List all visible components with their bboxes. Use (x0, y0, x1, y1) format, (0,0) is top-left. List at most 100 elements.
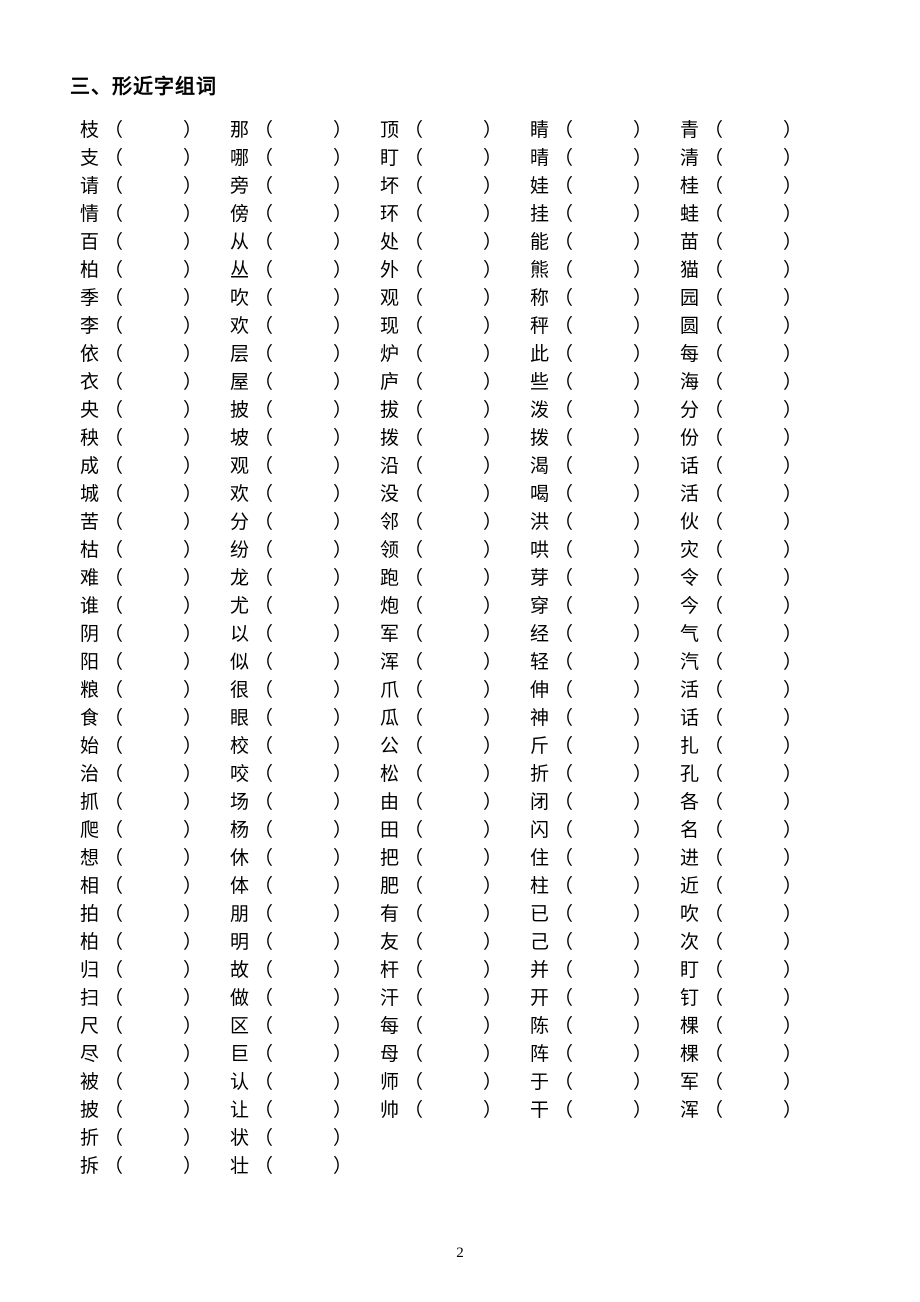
blank-parentheses: （） (402, 1069, 502, 1097)
char-entry: 柏（） (80, 257, 230, 285)
char-entry: 纷（） (230, 537, 380, 565)
hanzi-char: 外 (380, 257, 402, 285)
hanzi-char: 枝 (80, 117, 102, 145)
hanzi-char: 支 (80, 145, 102, 173)
char-entry: 观（） (230, 453, 380, 481)
blank-parentheses: （） (552, 1069, 652, 1097)
hanzi-char: 穿 (530, 593, 552, 621)
hanzi-char: 观 (380, 285, 402, 313)
char-entry: 于（） (530, 1069, 680, 1097)
char-entry: 此（） (530, 341, 680, 369)
hanzi-char: 坡 (230, 425, 252, 453)
blank-parentheses: （） (702, 257, 802, 285)
blank-parentheses: （） (552, 845, 652, 873)
hanzi-char: 纷 (230, 537, 252, 565)
hanzi-char: 分 (230, 509, 252, 537)
hanzi-char: 炮 (380, 593, 402, 621)
char-entry: 娃（） (530, 173, 680, 201)
char-entry: 能（） (530, 229, 680, 257)
char-entry: 咬（） (230, 761, 380, 789)
hanzi-char: 开 (530, 985, 552, 1013)
blank-parentheses: （） (252, 677, 352, 705)
blank-parentheses: （） (702, 229, 802, 257)
hanzi-char: 轻 (530, 649, 552, 677)
char-entry: 观（） (380, 285, 530, 313)
hanzi-char: 被 (80, 1069, 102, 1097)
hanzi-char: 公 (380, 733, 402, 761)
char-entry: 支（） (80, 145, 230, 173)
hanzi-char: 明 (230, 929, 252, 957)
char-entry: 归（） (80, 957, 230, 985)
hanzi-char: 海 (680, 369, 702, 397)
hanzi-char: 尺 (80, 1013, 102, 1041)
char-entry: 海（） (680, 369, 830, 397)
hanzi-char: 炉 (380, 341, 402, 369)
char-entry: 桂（） (680, 173, 830, 201)
char-entry: 令（） (680, 565, 830, 593)
blank-parentheses: （） (402, 173, 502, 201)
hanzi-char: 于 (530, 1069, 552, 1097)
char-entry: 清（） (680, 145, 830, 173)
blank-parentheses: （） (402, 789, 502, 817)
blank-parentheses: （） (552, 397, 652, 425)
blank-parentheses: （） (252, 285, 352, 313)
hanzi-char: 苦 (80, 509, 102, 537)
char-entry: 杆（） (380, 957, 530, 985)
char-entry: 披（） (80, 1097, 230, 1125)
char-entry: 傍（） (230, 201, 380, 229)
hanzi-char: 浑 (680, 1097, 702, 1125)
hanzi-char: 丛 (230, 257, 252, 285)
hanzi-char: 尤 (230, 593, 252, 621)
char-entry: 枝（） (80, 117, 230, 145)
hanzi-char: 桂 (680, 173, 702, 201)
hanzi-char: 阵 (530, 1041, 552, 1069)
blank-parentheses: （） (402, 453, 502, 481)
blank-parentheses: （） (552, 929, 652, 957)
char-entry: 炉（） (380, 341, 530, 369)
char-entry: 城（） (80, 481, 230, 509)
hanzi-char: 钉 (680, 985, 702, 1013)
char-entry: 难（） (80, 565, 230, 593)
hanzi-char: 吹 (680, 901, 702, 929)
char-entry: 扎（） (680, 733, 830, 761)
char-entry: 拔（） (380, 397, 530, 425)
hanzi-char: 肥 (380, 873, 402, 901)
char-entry: 壮（） (230, 1153, 380, 1181)
char-entry: 吹（） (680, 901, 830, 929)
char-entry: 爪（） (380, 677, 530, 705)
hanzi-char: 故 (230, 957, 252, 985)
blank-parentheses: （） (702, 397, 802, 425)
hanzi-char: 领 (380, 537, 402, 565)
hanzi-char: 师 (380, 1069, 402, 1097)
char-entry: 住（） (530, 845, 680, 873)
blank-parentheses: （） (252, 509, 352, 537)
hanzi-char: 朋 (230, 901, 252, 929)
char-entry: 并（） (530, 957, 680, 985)
hanzi-char: 成 (80, 453, 102, 481)
hanzi-char: 季 (80, 285, 102, 313)
blank-parentheses: （） (402, 677, 502, 705)
hanzi-char: 枯 (80, 537, 102, 565)
hanzi-char: 芽 (530, 565, 552, 593)
hanzi-char: 跑 (380, 565, 402, 593)
hanzi-char: 气 (680, 621, 702, 649)
hanzi-char: 泼 (530, 397, 552, 425)
hanzi-char: 依 (80, 341, 102, 369)
hanzi-char: 娃 (530, 173, 552, 201)
blank-parentheses: （） (552, 1013, 652, 1041)
char-entry: 央（） (80, 397, 230, 425)
hanzi-char: 近 (680, 873, 702, 901)
hanzi-char: 帅 (380, 1097, 402, 1125)
blank-parentheses: （） (702, 117, 802, 145)
char-entry: 旁（） (230, 173, 380, 201)
char-entry: 校（） (230, 733, 380, 761)
hanzi-char: 拨 (380, 425, 402, 453)
hanzi-char: 苗 (680, 229, 702, 257)
blank-parentheses: （） (702, 817, 802, 845)
char-entry: 孔（） (680, 761, 830, 789)
blank-parentheses: （） (552, 789, 652, 817)
blank-parentheses: （） (252, 789, 352, 817)
blank-parentheses: （） (102, 733, 202, 761)
blank-parentheses: （） (402, 537, 502, 565)
column-2: 那（）哪（）旁（）傍（）从（）丛（）吹（）欢（）层（）屋（）披（）坡（）观（）欢… (230, 117, 380, 1181)
